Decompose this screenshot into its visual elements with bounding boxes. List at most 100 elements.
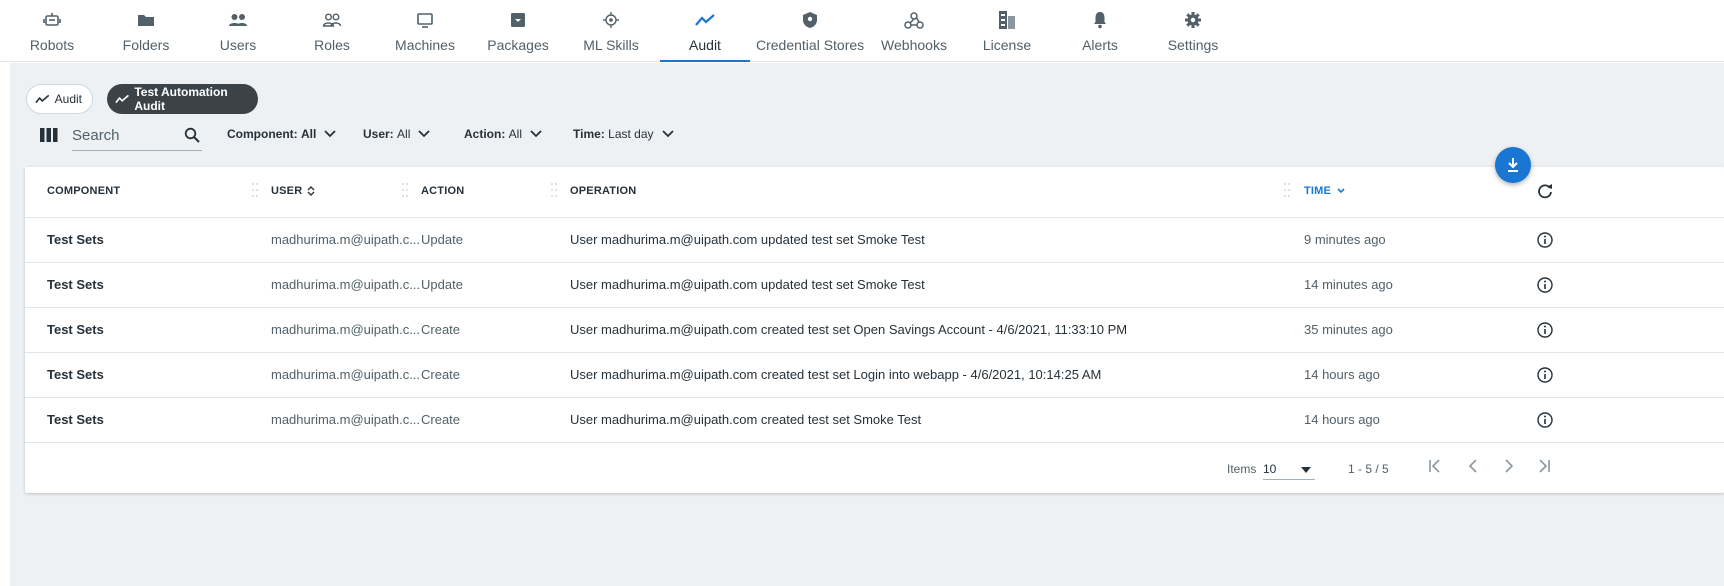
chevron-down-icon <box>530 130 542 138</box>
nav-item-alerts[interactable]: Alerts <box>1052 0 1148 62</box>
info-icon[interactable] <box>1537 367 1553 383</box>
cell-operation: User madhurima.m@uipath.com updated test… <box>570 277 925 292</box>
column-header-action[interactable]: ACTION <box>421 185 464 197</box>
nav-label: Audit <box>689 37 721 53</box>
cell-action: Update <box>421 232 463 247</box>
gear-icon <box>1145 10 1241 30</box>
table-row[interactable]: Test Sets madhurima.m@uipath.c... Create… <box>25 308 1724 353</box>
filter-value: All <box>397 127 411 141</box>
shield-icon <box>756 10 864 30</box>
cell-time: 14 minutes ago <box>1304 277 1393 292</box>
cell-action: Update <box>421 277 463 292</box>
cell-component: Test Sets <box>47 277 104 292</box>
page-range: 1 - 5 / 5 <box>1348 462 1389 476</box>
nav-item-users[interactable]: Users <box>190 0 286 62</box>
bell-icon <box>1052 10 1148 30</box>
nav-label: Machines <box>395 37 455 53</box>
cell-operation: User madhurima.m@uipath.com updated test… <box>570 232 925 247</box>
cell-time: 35 minutes ago <box>1304 322 1393 337</box>
nav-item-license[interactable]: License <box>959 0 1055 62</box>
search-icon[interactable] <box>184 127 200 143</box>
first-page-icon[interactable] <box>1428 459 1442 473</box>
chevron-down-icon <box>418 130 431 138</box>
cell-user: madhurima.m@uipath.c... <box>271 367 421 382</box>
nav-item-ml-skills[interactable]: ML Skills <box>563 0 659 62</box>
info-icon[interactable] <box>1537 277 1553 293</box>
filter-component[interactable]: Component: All <box>227 127 336 141</box>
chip-label: Test Automation Audit <box>134 85 228 113</box>
column-header-label: TIME <box>1304 185 1332 197</box>
info-icon[interactable] <box>1537 412 1553 428</box>
previous-page-icon[interactable] <box>1466 459 1480 473</box>
column-resize-handle[interactable] <box>1283 181 1291 199</box>
column-picker-icon[interactable] <box>40 128 58 142</box>
column-header-time[interactable]: TIME <box>1304 185 1345 197</box>
table-row[interactable]: Test Sets madhurima.m@uipath.c... Create… <box>25 398 1724 443</box>
nav-item-robots[interactable]: Robots <box>4 0 100 62</box>
column-header-operation[interactable]: OPERATION <box>570 185 636 197</box>
filter-label: Component: <box>227 127 298 141</box>
nav-item-packages[interactable]: Packages <box>470 0 566 62</box>
cell-component: Test Sets <box>47 232 104 247</box>
last-page-icon[interactable] <box>1537 459 1551 473</box>
search-field <box>72 121 202 151</box>
cell-operation: User madhurima.m@uipath.com created test… <box>570 367 1102 382</box>
next-page-icon[interactable] <box>1502 459 1516 473</box>
filter-label: Action: <box>464 127 506 141</box>
nav-item-webhooks[interactable]: Webhooks <box>866 0 962 62</box>
table-row[interactable]: Test Sets madhurima.m@uipath.c... Update… <box>25 218 1724 263</box>
table-row[interactable]: Test Sets madhurima.m@uipath.c... Create… <box>25 353 1724 398</box>
items-per-page-select[interactable]: 10 <box>1263 458 1315 480</box>
chip-test-automation-audit[interactable]: Test Automation Audit <box>107 84 258 114</box>
column-header-user[interactable]: USER <box>271 185 315 197</box>
refresh-icon[interactable] <box>1537 183 1553 199</box>
table-header: COMPONENT USER ACTION OPERATION TIME <box>25 167 1724 218</box>
machine-icon <box>377 10 473 30</box>
ml-skills-icon <box>563 10 659 30</box>
audit-icon <box>115 94 129 104</box>
cell-time: 14 hours ago <box>1304 367 1380 382</box>
cell-operation: User madhurima.m@uipath.com created test… <box>570 412 922 427</box>
cell-action: Create <box>421 322 461 337</box>
audit-icon <box>657 10 753 30</box>
cell-operation: User madhurima.m@uipath.com created test… <box>570 322 1128 337</box>
cell-user: madhurima.m@uipath.c... <box>271 322 421 337</box>
nav-item-settings[interactable]: Settings <box>1145 0 1241 62</box>
download-icon <box>1508 158 1518 172</box>
filter-label: User: <box>363 127 394 141</box>
filter-time[interactable]: Time: Last day <box>573 127 674 141</box>
nav-label: Packages <box>487 37 549 53</box>
table-row[interactable]: Test Sets madhurima.m@uipath.c... Update… <box>25 263 1724 308</box>
column-resize-handle[interactable] <box>401 181 409 199</box>
filter-action[interactable]: Action: All <box>464 127 542 141</box>
filter-value: Last day <box>608 127 654 141</box>
nav-item-machines[interactable]: Machines <box>377 0 473 62</box>
chip-audit[interactable]: Audit <box>26 84 93 114</box>
cell-component: Test Sets <box>47 412 104 427</box>
nav-label: ML Skills <box>583 37 639 53</box>
column-header-component[interactable]: COMPONENT <box>47 185 120 197</box>
sort-icon <box>307 186 315 196</box>
filter-user[interactable]: User: All <box>363 127 431 141</box>
column-resize-handle[interactable] <box>550 181 558 199</box>
info-icon[interactable] <box>1537 232 1553 248</box>
nav-item-folders[interactable]: Folders <box>98 0 194 62</box>
nav-item-audit[interactable]: Audit <box>657 0 753 62</box>
nav-item-roles[interactable]: Roles <box>284 0 380 62</box>
top-navigation: Robots Folders Users Roles Machines Pack… <box>0 0 1724 62</box>
cell-user: madhurima.m@uipath.c... <box>271 232 421 247</box>
main-content: Audit Test Automation Audit Component: A… <box>10 63 1724 586</box>
cell-user: madhurima.m@uipath.c... <box>271 277 421 292</box>
nav-item-credential-stores[interactable]: Credential Stores <box>756 0 864 62</box>
users-icon <box>190 10 286 30</box>
robot-icon <box>4 10 100 30</box>
cell-action: Create <box>421 412 461 427</box>
column-header-label: USER <box>271 185 303 197</box>
download-button[interactable] <box>1495 147 1531 183</box>
cell-time: 9 minutes ago <box>1304 232 1386 247</box>
cell-component: Test Sets <box>47 367 104 382</box>
search-input[interactable] <box>72 121 182 149</box>
column-resize-handle[interactable] <box>251 181 259 199</box>
info-icon[interactable] <box>1537 322 1553 338</box>
audit-icon <box>35 94 50 104</box>
